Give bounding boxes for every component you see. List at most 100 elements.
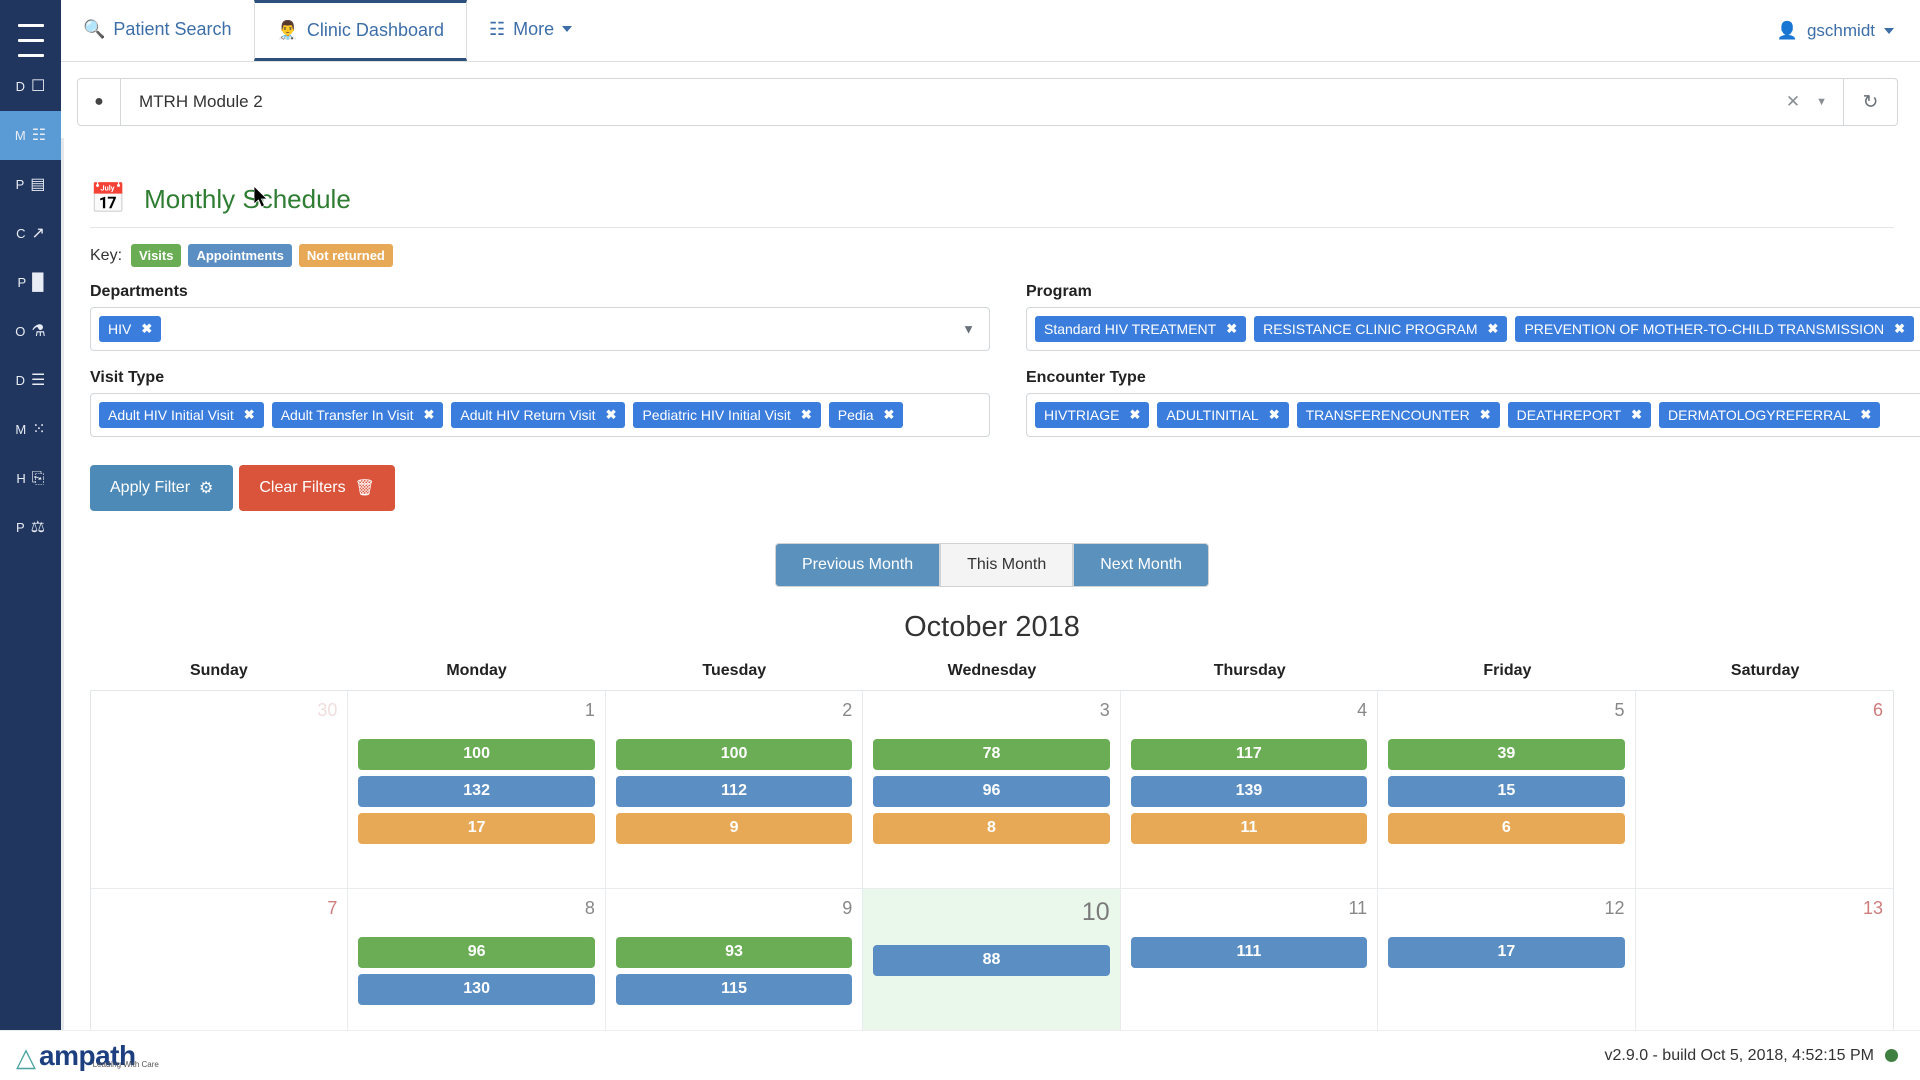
location-selector[interactable]: ● MTRH Module 2 ✕ ▼ ↻ [77, 78, 1898, 126]
calendar-day-cell[interactable]: 6 [1635, 691, 1893, 889]
metric-bar-appts[interactable]: 115 [615, 973, 853, 1005]
hamburger-bar [17, 38, 44, 42]
metric-bar-appts[interactable]: 88 [873, 944, 1110, 976]
remove-chip-icon[interactable]: ✖ [606, 407, 617, 423]
metric-bar-visits[interactable]: 78 [873, 738, 1110, 770]
metric-bar-appts[interactable]: 139 [1130, 775, 1368, 807]
filter-chip[interactable]: TRANSFERENCOUNTER ✖ [1296, 402, 1500, 428]
calendar-day-cell[interactable]: 13 [1636, 889, 1893, 1030]
metric-bar-appts[interactable]: 112 [615, 775, 853, 807]
hamburger-menu-icon[interactable] [0, 0, 61, 62]
metric-bar-appts[interactable]: 17 [1388, 936, 1625, 968]
apply-filter-button[interactable]: Apply Filter ⚙ [90, 465, 234, 511]
calendar-day-cell[interactable]: 5 39 15 6 [1378, 691, 1636, 889]
next-month-button[interactable]: Next Month [1073, 543, 1210, 587]
remove-chip-icon[interactable]: ✖ [1480, 407, 1491, 423]
metric-bar-appts[interactable]: 130 [358, 973, 595, 1005]
filter-chip[interactable]: Adult HIV Initial Visit ✖ [99, 402, 264, 428]
sidebar-item-report-pdf[interactable]: P ⚖ [0, 503, 61, 552]
filter-chip[interactable]: Adult Transfer In Visit ✖ [271, 402, 444, 428]
sidebar-item-microscope[interactable]: O ⚗ [0, 307, 61, 356]
tab-clinic-dashboard[interactable]: 👨‍⚕ Clinic Dashboard [253, 0, 467, 61]
sidebar-item-data-list[interactable]: D ☰ [0, 356, 61, 405]
metric-bar-notret[interactable]: 8 [873, 812, 1110, 844]
calendar-day-cell[interactable]: 12 17 [1378, 889, 1636, 1030]
remove-chip-icon[interactable]: ✖ [1129, 407, 1140, 423]
calendar-day-cell[interactable]: 8 96 130 [348, 889, 606, 1030]
sidebar-item-calendar-month[interactable]: M ☷ [0, 111, 61, 160]
tab-more[interactable]: ☷ More [467, 0, 594, 61]
filter-chip[interactable]: Pediatric HIV Initial Visit ✖ [633, 402, 821, 428]
metric-bar-visits[interactable]: 96 [358, 936, 595, 968]
remove-chip-icon[interactable]: ✖ [884, 407, 895, 423]
day-metric-bars: 100 112 9 [615, 738, 853, 844]
remove-chip-icon[interactable]: ✖ [1226, 321, 1237, 337]
metric-bar-notret[interactable]: 11 [1130, 812, 1368, 844]
metric-bar-notret[interactable]: 6 [1388, 812, 1625, 844]
filter-chip[interactable]: DERMATOLOGYREFERRAL ✖ [1659, 402, 1881, 428]
filter-encounter-type: Encounter Type HIVTRIAGE ✖ ADULTINITIAL ✖ TR… [1026, 369, 1920, 451]
metric-bar-appts[interactable]: 15 [1388, 775, 1625, 807]
sidebar-item-patient-list[interactable]: P ▤ [0, 160, 61, 209]
remove-chip-icon[interactable]: ✖ [424, 407, 435, 423]
remove-chip-icon[interactable]: ✖ [1894, 321, 1905, 337]
metric-bar-visits[interactable]: 39 [1388, 738, 1625, 770]
sidebar-item-calendar-day[interactable]: D ☐ [0, 62, 61, 111]
sidebar-item-trend-chart[interactable]: C ↗ [0, 209, 61, 258]
metric-bar-appts[interactable]: 132 [358, 775, 595, 807]
chevron-down-icon[interactable]: ▼ [1812, 96, 1843, 108]
tab-patient-search[interactable]: 🔍 Patient Search [61, 0, 254, 61]
chevron-down-icon[interactable]: ▼ [962, 322, 975, 337]
program-multiselect[interactable]: Standard HIV TREATMENT ✖ RESISTANCE CLINIC… [1026, 307, 1920, 351]
remove-chip-icon[interactable]: ✖ [141, 321, 152, 337]
filter-chip-label: Adult HIV Initial Visit [108, 407, 234, 423]
calendar-day-cell[interactable]: 7 [91, 889, 349, 1030]
calendar-day-cell[interactable]: 9 93 115 [606, 889, 864, 1030]
previous-month-button[interactable]: Previous Month [774, 543, 941, 587]
metric-bar-visits[interactable]: 117 [1130, 738, 1368, 770]
metric-bar-visits[interactable]: 93 [615, 936, 853, 968]
filter-chip[interactable]: HIVTRIAGE ✖ [1035, 402, 1150, 428]
sidebar-item-pdf-file[interactable]: H ⎘ [0, 454, 61, 503]
calendar-day-cell[interactable]: 2 100 112 9 [605, 691, 864, 889]
metric-bar-notret[interactable]: 9 [615, 812, 853, 844]
calendar-day-cell[interactable]: 30 [91, 691, 349, 889]
refresh-icon[interactable]: ↻ [1843, 79, 1897, 125]
remove-chip-icon[interactable]: ✖ [244, 407, 255, 423]
departments-multiselect[interactable]: HIV ✖ ▼ [90, 307, 990, 351]
calendar-day-cell[interactable]: 11 111 [1121, 889, 1379, 1030]
this-month-button[interactable]: This Month [940, 543, 1074, 587]
calendar-day-cell[interactable]: 10 88 [863, 889, 1121, 1030]
metric-bar-visits[interactable]: 100 [358, 738, 595, 770]
calendar-day-number: 5 [1614, 700, 1625, 720]
sidebar-item-bar-chart[interactable]: P █ [0, 258, 61, 307]
filter-chip[interactable]: Adult HIV Return Visit ✖ [451, 402, 626, 428]
user-menu-button[interactable]: 👤 gschmidt [1751, 0, 1920, 61]
metric-bar-appts[interactable]: 111 [1130, 936, 1368, 968]
filter-chip[interactable]: RESISTANCE CLINIC PROGRAM ✖ [1254, 316, 1508, 342]
visit-type-multiselect[interactable]: Adult HIV Initial Visit ✖ Adult Transfer I… [90, 393, 990, 437]
location-value[interactable]: MTRH Module 2 [121, 92, 1774, 112]
metric-bar-notret[interactable]: 17 [358, 812, 595, 844]
calendar-day-cell[interactable]: 4 117 139 11 [1120, 691, 1379, 889]
filter-chip[interactable]: DEATHREPORT ✖ [1507, 402, 1652, 428]
metric-bar-visits[interactable]: 100 [615, 738, 853, 770]
clear-x-icon[interactable]: ✕ [1774, 92, 1812, 112]
clear-filters-button[interactable]: Clear Filters 🗑 [239, 465, 395, 511]
remove-chip-icon[interactable]: ✖ [1269, 407, 1280, 423]
filter-chip[interactable]: PREVENTION OF MOTHER-TO-CHILD TRANSMISSI… [1515, 316, 1914, 342]
calendar-day-cell[interactable]: 1 100 132 17 [348, 691, 606, 889]
filter-chip[interactable]: Standard HIV TREATMENT ✖ [1035, 316, 1247, 342]
filter-chip[interactable]: ADULTINITIAL ✖ [1157, 402, 1289, 428]
remove-chip-icon[interactable]: ✖ [1631, 407, 1642, 423]
filter-chip[interactable]: Pedia ✖ [828, 402, 904, 428]
filter-chip[interactable]: HIV ✖ [99, 316, 162, 342]
calendar-day-cell[interactable]: 3 78 96 8 [863, 691, 1121, 889]
encounter-type-multiselect[interactable]: HIVTRIAGE ✖ ADULTINITIAL ✖ TRANSFERENCOUNTER… [1026, 393, 1920, 437]
remove-chip-icon[interactable]: ✖ [1488, 321, 1499, 337]
remove-chip-icon[interactable]: ✖ [1860, 407, 1871, 423]
metric-bar-appts[interactable]: 96 [873, 775, 1110, 807]
remove-chip-icon[interactable]: ✖ [801, 407, 812, 423]
filter-label: Encounter Type [1026, 369, 1146, 386]
sidebar-item-matrix[interactable]: M ⁙ [0, 405, 61, 454]
